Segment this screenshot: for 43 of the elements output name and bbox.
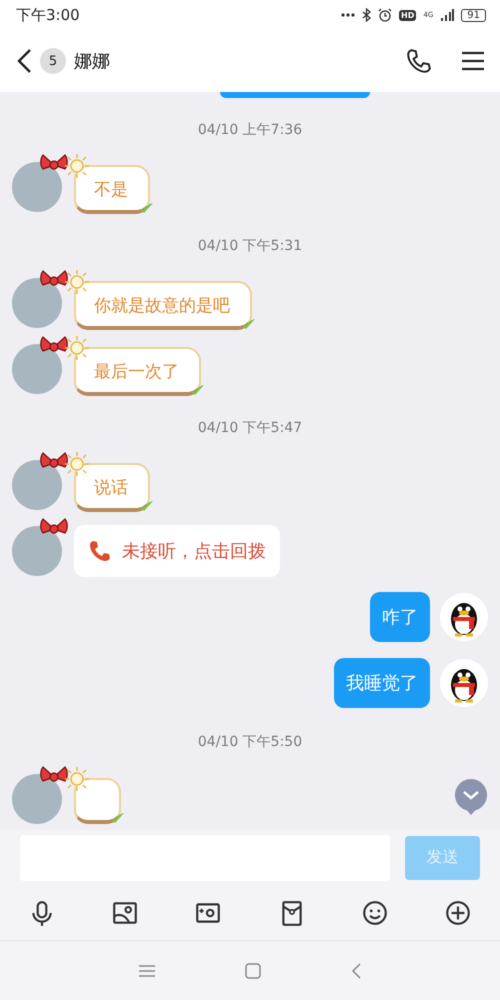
avatar-photo-placeholder[interactable] xyxy=(12,526,62,576)
avatar-photo-placeholder[interactable] xyxy=(12,162,62,212)
hd-badge: HD xyxy=(399,10,416,20)
dots-icon xyxy=(341,13,356,17)
smiley-icon[interactable] xyxy=(360,898,389,926)
back-icon[interactable] xyxy=(16,48,32,74)
timestamp: 04/10 下午5:31 xyxy=(196,237,304,256)
timestamp: 04/10 下午5:47 xyxy=(196,419,304,438)
avatar-photo-placeholder[interactable] xyxy=(12,774,62,824)
bluetooth-icon xyxy=(362,8,372,22)
menu-icon[interactable] xyxy=(462,51,484,71)
penguin-avatar-icon[interactable] xyxy=(440,593,488,641)
missed-call-bubble[interactable]: 未接听，点击回拨 xyxy=(74,525,280,577)
leaf-icon xyxy=(138,500,154,512)
avatar-photo-placeholder[interactable] xyxy=(12,278,62,328)
phone-icon xyxy=(88,539,112,563)
sun-icon xyxy=(64,766,90,792)
sun-icon xyxy=(64,334,90,360)
sun-icon xyxy=(64,152,90,178)
timestamp: 04/10 下午5:50 xyxy=(196,733,304,752)
penguin-avatar-icon[interactable] xyxy=(440,659,488,707)
message-bubble: 我睡觉了 xyxy=(334,658,430,708)
contact-name: 娜娜 xyxy=(74,50,111,73)
message-bubble: 咋了 xyxy=(370,592,430,642)
unread-count: 5 xyxy=(40,48,66,74)
sun-icon xyxy=(64,268,90,294)
sun-icon xyxy=(64,450,90,476)
timestamp: 04/10 上午7:36 xyxy=(196,121,304,140)
leaf-icon xyxy=(240,318,256,330)
avatar-photo-placeholder[interactable] xyxy=(12,460,62,510)
battery-level: 91 xyxy=(461,8,486,22)
phone-icon[interactable] xyxy=(406,48,432,74)
call-text: 未接听，点击回拨 xyxy=(122,540,266,563)
alarm-icon xyxy=(378,8,392,22)
avatar-photo-placeholder[interactable] xyxy=(12,344,62,394)
signal-icon xyxy=(440,9,454,21)
leaf-icon xyxy=(109,812,126,824)
status-time: 下午3:00 xyxy=(16,6,80,24)
home-icon[interactable] xyxy=(245,962,261,978)
leaf-icon xyxy=(138,202,154,214)
leaf-icon xyxy=(189,384,205,396)
scroll-down-icon[interactable] xyxy=(454,778,488,816)
plus-icon[interactable] xyxy=(444,898,472,926)
